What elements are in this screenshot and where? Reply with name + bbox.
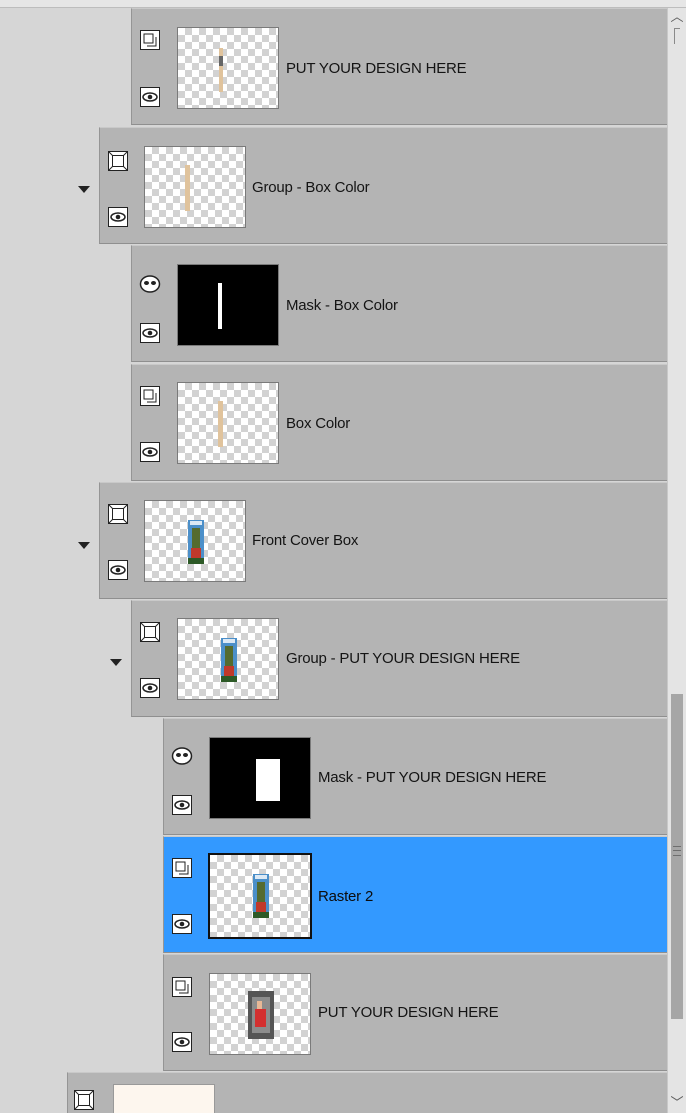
layer-thumbnail[interactable] [209, 973, 311, 1055]
scroll-up-button[interactable]: ︿ [668, 8, 686, 26]
eye-visibility-icon[interactable] [171, 794, 193, 816]
layer-name[interactable]: Group - PUT YOUR DESIGN HERE [286, 650, 520, 667]
layer-name[interactable]: PUT YOUR DESIGN HERE [286, 60, 467, 77]
cover-photo-thumb [221, 638, 237, 682]
group-layer-icon[interactable] [107, 503, 129, 525]
layer-name[interactable]: Front Cover Box [252, 532, 358, 549]
eye-visibility-icon[interactable] [171, 1031, 193, 1053]
layer-row-group-box-color[interactable]: Group - Box Color [78, 127, 667, 244]
group-layer-icon[interactable] [107, 150, 129, 172]
layer-row-raster-2[interactable]: Raster 2 [163, 836, 667, 953]
layer-row-put-your-design-here-bottom[interactable]: PUT YOUR DESIGN HERE [163, 954, 667, 1071]
layer-row-mask-put-your-design-here[interactable]: Mask - PUT YOUR DESIGN HERE [163, 718, 667, 835]
group-layer-icon[interactable] [73, 1089, 95, 1111]
expand-arrow-icon[interactable] [78, 186, 90, 193]
layer-row-group-put-your-design-here[interactable]: Group - PUT YOUR DESIGN HERE [110, 600, 667, 717]
beige-strip-thumb [185, 165, 190, 211]
group-layer-icon[interactable] [139, 621, 161, 643]
layer-name[interactable]: Mask - PUT YOUR DESIGN HERE [318, 769, 546, 786]
mask-white-rect [256, 759, 280, 801]
eye-visibility-icon[interactable] [107, 206, 129, 228]
eye-visibility-icon[interactable] [139, 322, 161, 344]
cover-photo-thumb [253, 874, 269, 918]
beige-strip-thumb [219, 48, 223, 92]
scrollbar-thumb[interactable] [671, 694, 683, 1019]
layer-row-put-your-design-here-top[interactable]: PUT YOUR DESIGN HERE [131, 8, 667, 125]
beige-strip-thumb [218, 401, 223, 447]
scroll-track-mark [674, 28, 680, 44]
layer-thumbnail[interactable] [177, 618, 279, 700]
layer-name[interactable]: PUT YOUR DESIGN HERE [318, 1004, 499, 1021]
vertical-scrollbar[interactable]: ︿ ﹀ [667, 8, 686, 1113]
dark-mark-thumb [219, 56, 223, 66]
raster-layer-icon[interactable] [139, 385, 161, 407]
raster-layer-icon[interactable] [139, 29, 161, 51]
mask-white-line [218, 283, 222, 329]
eye-visibility-icon[interactable] [139, 86, 161, 108]
grip-icon [673, 846, 681, 856]
layer-thumbnail[interactable] [144, 500, 246, 582]
layer-thumbnail[interactable] [177, 264, 279, 346]
layer-name[interactable]: Group - Box Color [252, 179, 370, 196]
eye-visibility-icon[interactable] [171, 913, 193, 935]
layer-name[interactable]: Raster 2 [318, 888, 373, 905]
scroll-down-button[interactable]: ﹀ [668, 1094, 686, 1112]
layer-thumbnail[interactable] [113, 1084, 215, 1113]
cover-photo-thumb [188, 520, 204, 564]
raster-layer-icon[interactable] [171, 976, 193, 998]
layer-thumbnail[interactable] [208, 853, 312, 939]
cover-photo-dark-thumb [248, 991, 274, 1039]
eye-visibility-icon[interactable] [107, 559, 129, 581]
layer-thumbnail[interactable] [144, 146, 246, 228]
layer-name[interactable]: Box Color [286, 415, 350, 432]
layer-row-box-color[interactable]: Box Color [131, 364, 667, 481]
layer-row-mask-box-color[interactable]: Mask - Box Color [131, 245, 667, 362]
mask-layer-icon[interactable] [171, 745, 193, 767]
expand-arrow-icon[interactable] [110, 659, 122, 666]
layers-panel: PUT YOUR DESIGN HERE Group - Box Color M… [0, 0, 686, 1113]
expand-arrow-icon[interactable] [78, 542, 90, 549]
mask-layer-icon[interactable] [139, 273, 161, 295]
layer-thumbnail[interactable] [209, 737, 311, 819]
layer-thumbnail[interactable] [177, 382, 279, 464]
eye-visibility-icon[interactable] [139, 677, 161, 699]
eye-visibility-icon[interactable] [139, 441, 161, 463]
layer-row-background-group[interactable] [67, 1072, 667, 1113]
layer-thumbnail[interactable] [177, 27, 279, 109]
layer-name[interactable]: Mask - Box Color [286, 297, 398, 314]
raster-layer-icon[interactable] [171, 857, 193, 879]
panel-top-edge [0, 0, 686, 8]
layer-row-front-cover-box[interactable]: Front Cover Box [78, 482, 667, 599]
